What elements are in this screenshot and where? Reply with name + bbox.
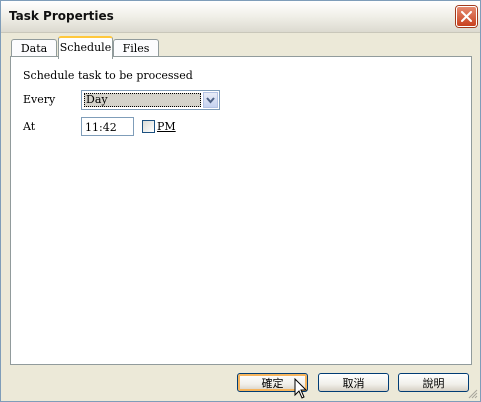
tab-schedule[interactable]: Schedule	[58, 36, 113, 59]
cancel-button[interactable]: 取消	[318, 373, 389, 392]
mouse-pointer-icon	[294, 378, 308, 399]
chevron-down-icon	[206, 97, 215, 104]
every-dropdown-button[interactable]	[203, 92, 218, 108]
schedule-heading: Schedule task to be processed	[23, 69, 193, 82]
pm-checkbox[interactable]	[142, 120, 155, 133]
close-icon	[461, 11, 472, 22]
help-button[interactable]: 說明	[398, 373, 469, 392]
resize-grip-icon[interactable]	[467, 388, 478, 399]
schedule-panel: Schedule task to be processed Every Day …	[10, 56, 472, 365]
every-label: Every	[23, 93, 56, 106]
time-input[interactable]: 11:42	[81, 117, 134, 136]
window-title: Task Properties	[9, 9, 114, 23]
every-select-value: Day	[84, 93, 201, 107]
at-label: At	[23, 120, 36, 133]
title-bar[interactable]: Task Properties	[1, 1, 480, 33]
task-properties-dialog: Task Properties Data Schedule Files Sche…	[0, 0, 481, 402]
pm-label[interactable]: PM	[157, 120, 176, 133]
close-button[interactable]	[456, 6, 477, 27]
every-select[interactable]: Day	[81, 90, 220, 110]
